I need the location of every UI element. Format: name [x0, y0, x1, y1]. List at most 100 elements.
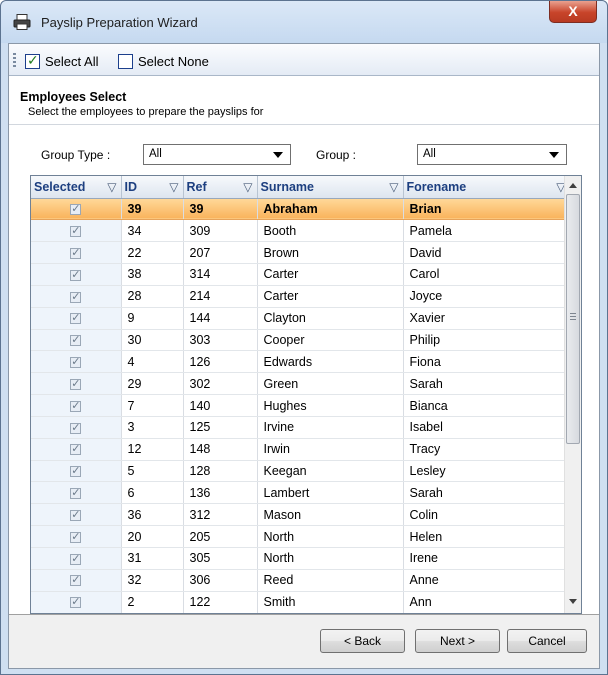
row-checkbox[interactable]: [70, 486, 82, 500]
column-header-ref[interactable]: Ref ▽: [183, 176, 258, 199]
row-checkbox[interactable]: [70, 355, 82, 369]
row-checkbox[interactable]: [70, 202, 82, 216]
cell-ref: 39: [183, 198, 258, 221]
table-row[interactable]: 32306ReedAnne: [31, 569, 571, 592]
table-row[interactable]: 3939AbrahamBrian: [31, 198, 571, 221]
cell-ref: 303: [183, 329, 258, 352]
cell-surname: North: [257, 525, 404, 548]
cell-ref: 144: [183, 307, 258, 330]
table-row[interactable]: 22207BrownDavid: [31, 241, 571, 265]
row-checkbox[interactable]: [70, 464, 82, 478]
table-row[interactable]: 5128KeeganLesley: [31, 460, 571, 483]
column-header-id[interactable]: ID ▽: [121, 176, 184, 199]
cell-id: 30: [121, 329, 184, 352]
row-checkbox[interactable]: [70, 399, 82, 412]
row-selected-cell[interactable]: [31, 525, 122, 548]
row-checkbox[interactable]: [70, 333, 82, 347]
scrollbar-thumb[interactable]: [566, 194, 580, 444]
cell-forename: Joyce: [403, 285, 571, 308]
filter-icon[interactable]: ▽: [169, 180, 178, 194]
table-row[interactable]: 12148IrwinTracy: [31, 438, 571, 461]
row-selected-cell[interactable]: [31, 198, 122, 221]
row-selected-cell[interactable]: [31, 460, 122, 483]
row-checkbox[interactable]: [70, 421, 82, 434]
row-checkbox[interactable]: [70, 268, 82, 281]
cell-id: 38: [121, 263, 184, 286]
title-bar: Payslip Preparation Wizard X: [1, 1, 607, 43]
row-checkbox[interactable]: [70, 311, 82, 325]
group-dropdown[interactable]: All: [417, 144, 567, 165]
table-row[interactable]: 36312MasonColin: [31, 503, 571, 527]
row-selected-cell[interactable]: [31, 263, 122, 286]
vertical-scrollbar[interactable]: [564, 176, 581, 613]
row-selected-cell[interactable]: [31, 307, 122, 330]
row-checkbox[interactable]: [70, 290, 82, 303]
row-selected-cell[interactable]: [31, 241, 122, 265]
table-row[interactable]: 3125IrvineIsabel: [31, 416, 571, 439]
filter-icon[interactable]: ▽: [389, 180, 398, 194]
column-header-surname[interactable]: Surname ▽: [257, 176, 404, 199]
next-button[interactable]: Next >: [415, 629, 500, 653]
row-checkbox[interactable]: [70, 573, 82, 587]
row-checkbox[interactable]: [70, 246, 82, 259]
table-row[interactable]: 7140HughesBianca: [31, 394, 571, 417]
row-checkbox[interactable]: [70, 595, 82, 609]
row-checkbox[interactable]: [70, 442, 82, 456]
row-selected-cell[interactable]: [31, 547, 122, 570]
table-row[interactable]: 6136LambertSarah: [31, 481, 571, 505]
column-header-selected[interactable]: Selected ▽: [31, 176, 122, 199]
row-checkbox[interactable]: [70, 224, 82, 237]
row-checkbox[interactable]: [70, 530, 82, 543]
cell-forename: Carol: [403, 263, 571, 286]
row-checkbox[interactable]: [70, 508, 82, 521]
cell-id: 28: [121, 285, 184, 308]
filter-icon[interactable]: ▽: [107, 180, 116, 194]
row-selected-cell[interactable]: [31, 372, 122, 396]
table-row[interactable]: 34309BoothPamela: [31, 219, 571, 243]
row-selected-cell[interactable]: [31, 481, 122, 505]
cell-id: 36: [121, 503, 184, 527]
table-row[interactable]: 30303CooperPhilip: [31, 329, 571, 352]
toolbar: Select All Select None: [9, 44, 599, 76]
select-none-button[interactable]: Select None: [118, 52, 209, 70]
cancel-button[interactable]: Cancel: [507, 629, 587, 653]
table-row[interactable]: 28214CarterJoyce: [31, 285, 571, 308]
table-row[interactable]: 2122SmithAnn: [31, 591, 571, 613]
toolbar-grip[interactable]: [13, 53, 16, 67]
row-selected-cell[interactable]: [31, 416, 122, 439]
scroll-down-icon[interactable]: [569, 599, 577, 604]
table-row[interactable]: 38314CarterCarol: [31, 263, 571, 286]
cell-forename: Helen: [403, 525, 571, 548]
table-row[interactable]: 4126EdwardsFiona: [31, 350, 571, 374]
table-row[interactable]: 9144ClaytonXavier: [31, 307, 571, 330]
close-button[interactable]: X: [549, 1, 597, 23]
column-header-forename[interactable]: Forename ▽: [403, 176, 571, 199]
row-selected-cell[interactable]: [31, 350, 122, 374]
employee-table: Selected▽ ID▽ Ref▽ Surname▽ Forename▽ 39…: [31, 176, 571, 613]
table-row[interactable]: 29302GreenSarah: [31, 372, 571, 396]
row-selected-cell[interactable]: [31, 329, 122, 352]
row-selected-cell[interactable]: [31, 569, 122, 592]
row-selected-cell[interactable]: [31, 285, 122, 308]
row-selected-cell[interactable]: [31, 591, 122, 613]
select-all-button[interactable]: Select All: [25, 52, 98, 70]
scroll-up-icon[interactable]: [569, 183, 577, 188]
cell-id: 20: [121, 525, 184, 548]
row-checkbox[interactable]: [70, 552, 82, 565]
window-title: Payslip Preparation Wizard: [41, 15, 198, 30]
row-selected-cell[interactable]: [31, 394, 122, 417]
group-type-dropdown[interactable]: All: [143, 144, 291, 165]
cell-surname: Cooper: [257, 329, 404, 352]
group-type-value: All: [149, 148, 162, 160]
table-row[interactable]: 31305NorthIrene: [31, 547, 571, 570]
cell-id: 31: [121, 547, 184, 570]
wizard-header: Employees Select Select the employees to…: [9, 77, 599, 125]
row-selected-cell[interactable]: [31, 503, 122, 527]
table-row[interactable]: 20205NorthHelen: [31, 525, 571, 548]
row-selected-cell[interactable]: [31, 438, 122, 461]
row-checkbox[interactable]: [70, 377, 82, 390]
row-selected-cell[interactable]: [31, 219, 122, 243]
filter-icon[interactable]: ▽: [243, 180, 252, 194]
cell-ref: 136: [183, 481, 258, 505]
back-button[interactable]: < Back: [320, 629, 405, 653]
